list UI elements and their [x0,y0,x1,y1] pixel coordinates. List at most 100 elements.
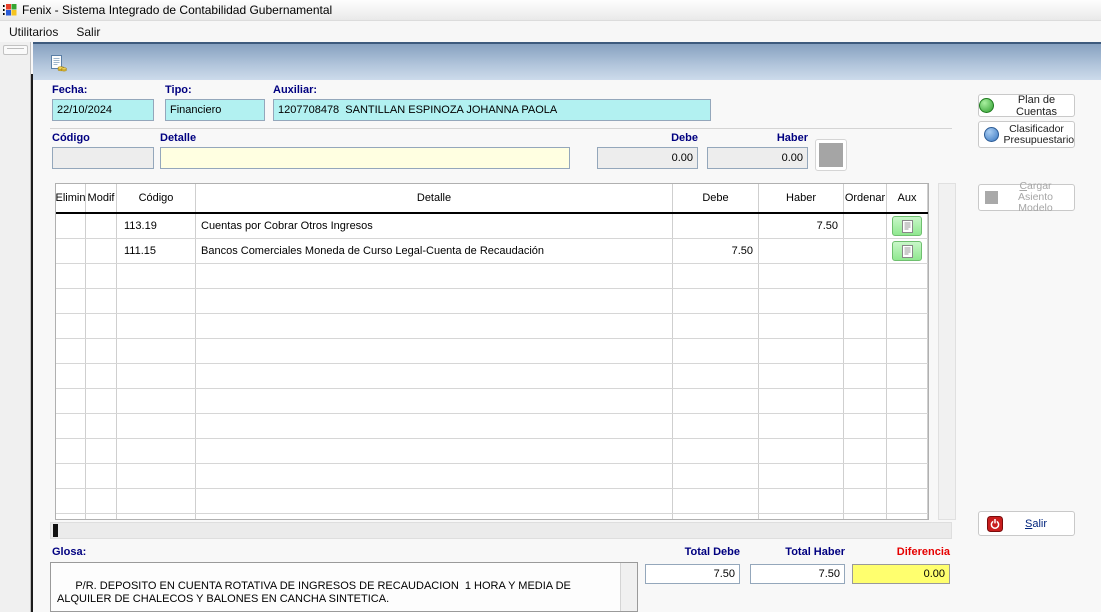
grid-header-codigo[interactable]: Código [117,184,196,212]
clasificador-presupuestario-button[interactable]: Clasificador Presupuestario [978,121,1075,148]
debe-label: Debe [597,132,698,144]
glosa-text: P/R. DEPOSITO EN CUENTA ROTATIVA DE INGR… [57,580,573,605]
debe-input[interactable] [597,147,698,169]
cargar-asiento-modelo-button[interactable]: Cargar Asiento Modelo [978,184,1075,211]
haber-input[interactable] [707,147,808,169]
grid-header-aux[interactable]: Aux [887,184,928,212]
cell-ordenar [844,289,887,313]
auxiliar-input[interactable] [273,99,711,121]
cell-codigo [117,339,196,363]
grid-header-debe[interactable]: Debe [673,184,759,212]
power-icon [987,516,1003,532]
table-row [56,389,928,414]
cell-haber [759,439,844,463]
table-horizontal-scrollbar[interactable] [50,522,952,539]
cell-haber [759,239,844,263]
cell-ordenar [844,464,887,488]
cell-codigo [117,514,196,520]
cell-haber [759,489,844,513]
cell-modif [86,314,117,338]
haber-label: Haber [707,132,808,144]
grid-header-ordenar[interactable]: Ordenar [844,184,887,212]
cell-aux [887,464,928,488]
cell-haber [759,514,844,520]
cell-modif [86,239,117,263]
cell-modif [86,389,117,413]
cell-debe [673,389,759,413]
window-title: Fenix - Sistema Integrado de Contabilida… [22,3,332,17]
document-coins-icon [48,53,68,73]
cell-detalle [196,464,673,488]
new-entry-button[interactable] [45,50,70,75]
fecha-input[interactable] [52,99,154,121]
tipo-label: Tipo: [165,84,192,96]
cell-ordenar [844,314,887,338]
menu-utilitarios[interactable]: Utilitarios [0,22,67,42]
title-bar: Fenix - Sistema Integrado de Contabilida… [0,0,1101,21]
cargar-asiento-label: Cargar Asiento Modelo [1003,181,1069,214]
cell-haber [759,364,844,388]
cell-debe [673,414,759,438]
grid-header-detalle[interactable]: Detalle [196,184,673,212]
salir-button[interactable]: Salir [978,511,1075,536]
gray-square-icon [819,143,843,167]
codigo-label: Código [52,132,90,144]
detalle-input[interactable] [160,147,570,169]
grid-header-row: EliminModifCódigoDetalleDebeHaberOrdenar… [56,184,928,214]
cell-ordenar [844,339,887,363]
table-vertical-scrollbar[interactable] [938,183,956,520]
notepad-icon [902,245,913,258]
cell-modif [86,289,117,313]
add-entry-button[interactable] [815,139,847,171]
cell-aux [887,289,928,313]
cell-debe [673,439,759,463]
cell-haber [759,264,844,288]
cell-detalle [196,389,673,413]
tipo-input[interactable] [165,99,265,121]
glosa-label: Glosa: [52,546,86,558]
table-row [56,489,928,514]
cell-aux [887,339,928,363]
scrollbar-thumb[interactable] [53,524,58,537]
cell-elimin [56,514,86,520]
splitter-grip[interactable] [3,45,28,55]
menu-salir[interactable]: Salir [67,22,109,42]
cell-ordenar [844,489,887,513]
cell-elimin [56,214,86,238]
grid-header-modif[interactable]: Modif [86,184,117,212]
glosa-scrollbar[interactable] [620,563,637,611]
grid-header-haber[interactable]: Haber [759,184,844,212]
codigo-input[interactable] [52,147,154,169]
cell-haber [759,389,844,413]
plan-de-cuentas-button[interactable]: Plan de Cuentas [978,94,1075,117]
entries-table[interactable]: EliminModifCódigoDetalleDebeHaberOrdenar… [55,183,929,520]
aux-button[interactable] [892,241,922,261]
notepad-icon [902,220,913,233]
cell-elimin [56,364,86,388]
cell-ordenar [844,214,887,238]
cell-elimin [56,414,86,438]
cell-detalle [196,439,673,463]
table-row[interactable]: 111.15Bancos Comerciales Moneda de Curso… [56,239,928,264]
cell-codigo: 113.19 [117,214,196,238]
grid-body: 113.19Cuentas por Cobrar Otros Ingresos7… [56,214,928,520]
cell-haber [759,464,844,488]
cell-detalle [196,339,673,363]
grid-header-elimin[interactable]: Elimin [56,184,86,212]
cell-debe [673,339,759,363]
aux-button[interactable] [892,216,922,236]
cell-codigo: 111.15 [117,239,196,263]
table-row [56,439,928,464]
cell-detalle [196,414,673,438]
cell-ordenar [844,239,887,263]
table-row [56,514,928,520]
cell-debe [673,514,759,520]
cell-detalle [196,314,673,338]
table-row[interactable]: 113.19Cuentas por Cobrar Otros Ingresos7… [56,214,928,239]
cell-modif [86,339,117,363]
detalle-label: Detalle [160,132,196,144]
glosa-textarea[interactable]: P/R. DEPOSITO EN CUENTA ROTATIVA DE INGR… [50,562,638,612]
cell-ordenar [844,364,887,388]
cell-codigo [117,314,196,338]
cell-debe: 7.50 [673,239,759,263]
